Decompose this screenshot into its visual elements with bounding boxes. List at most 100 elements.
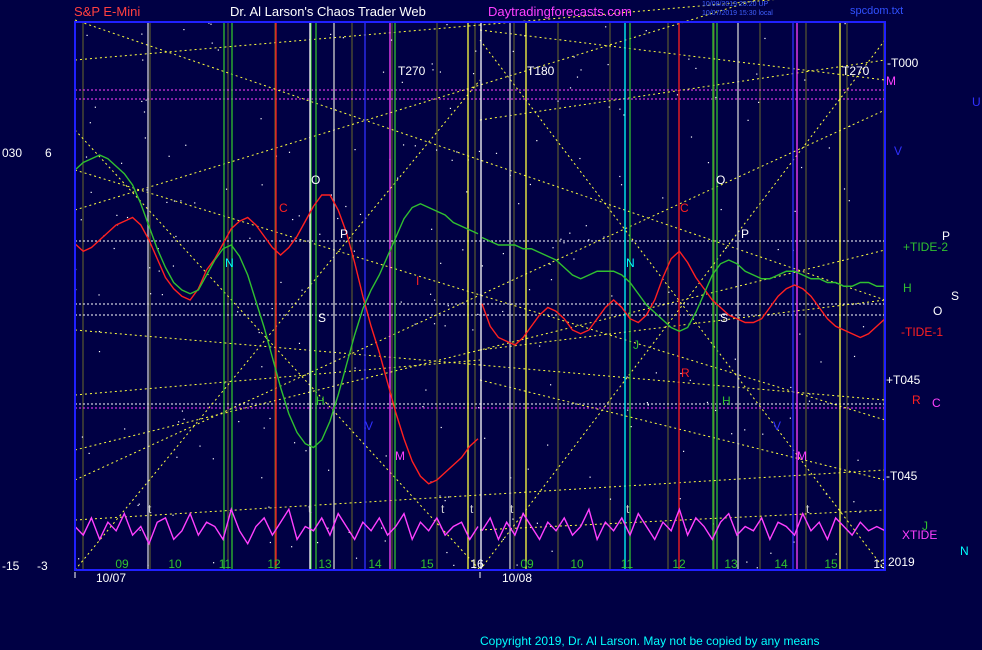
event-label: I <box>416 274 419 288</box>
star-dot <box>425 389 427 391</box>
star-dot <box>210 23 212 25</box>
star-dot <box>645 30 647 32</box>
star-dot <box>137 504 139 507</box>
star-dot <box>579 157 581 160</box>
x-tick-label: 10 <box>570 557 584 571</box>
left-axis-label: -15 <box>2 559 20 573</box>
star-dot <box>440 426 442 429</box>
year-label: 2019 <box>888 555 915 569</box>
star-dot <box>414 145 416 147</box>
star-dot <box>472 73 475 75</box>
star-dot <box>194 202 196 204</box>
star-dot <box>547 444 549 446</box>
star-dot <box>401 81 403 83</box>
xtide-line-day2 <box>481 507 886 542</box>
star-dot <box>536 140 538 142</box>
chart-series <box>74 154 886 546</box>
x-tick-label: 15 <box>420 557 434 571</box>
star-dot <box>213 562 215 564</box>
star-dot <box>180 200 182 202</box>
star-dot <box>603 236 605 238</box>
star-dot <box>141 33 143 35</box>
star-dot <box>440 262 442 264</box>
star-dot <box>439 495 441 497</box>
star-dot <box>679 498 681 500</box>
event-label: H <box>722 394 731 408</box>
envelope-line <box>74 19 886 301</box>
event-label: M <box>395 449 405 463</box>
star-dot <box>695 67 697 70</box>
star-dot <box>293 442 296 444</box>
star-dot <box>120 162 123 164</box>
tide-label: T180 <box>527 64 555 78</box>
tide-label: T270 <box>842 64 870 78</box>
star-dot <box>166 201 168 204</box>
star-dot <box>623 114 625 116</box>
x-tick-label: 11 <box>621 557 634 571</box>
star-dot <box>762 433 764 435</box>
star-dot <box>862 326 865 328</box>
star-dot <box>853 501 855 503</box>
x-tick-label: 15 <box>824 557 838 571</box>
event-label: t <box>441 502 445 516</box>
stamp-updated: 10/08/2019 20:20 UP <box>702 1 769 8</box>
star-dot <box>181 410 184 412</box>
star-dot <box>138 503 140 505</box>
envelope-line <box>74 0 758 211</box>
level-label: C <box>932 396 941 410</box>
star-dot <box>512 50 514 53</box>
star-dot <box>143 111 146 113</box>
star-dot <box>809 393 811 395</box>
star-dot <box>161 294 163 296</box>
star-dot <box>444 325 446 327</box>
star-dot <box>173 200 176 202</box>
star-dot <box>462 249 464 251</box>
star-dot <box>456 151 458 153</box>
plot-frame <box>74 21 886 571</box>
level-label: XTIDE <box>902 528 937 542</box>
site-link[interactable]: Daytradingforecasts.com <box>488 4 632 19</box>
star-dot <box>126 216 129 219</box>
level-label: -TIDE-1 <box>901 325 943 339</box>
star-dot <box>848 200 850 202</box>
star-dot <box>149 267 151 269</box>
date-label: 10/08 <box>502 571 532 585</box>
x-tick-label: 10 <box>168 557 182 571</box>
x-tick-label: 09 <box>520 557 534 571</box>
star-dot <box>843 188 846 190</box>
star-dot <box>707 162 710 164</box>
star-dot <box>688 58 690 60</box>
left-axis-label: -3 <box>37 559 48 573</box>
star-dot <box>150 293 152 295</box>
event-label: M <box>797 449 807 463</box>
star-dot <box>552 247 554 249</box>
star-dot <box>859 511 861 513</box>
data-file-label: spcdom.txt <box>850 5 904 17</box>
star-dot <box>549 263 551 265</box>
star-dot <box>611 295 613 297</box>
star-dot <box>676 94 679 96</box>
level-label: R <box>912 393 921 407</box>
star-dot <box>569 87 572 89</box>
star-dot <box>560 238 562 240</box>
star-dot <box>857 459 859 461</box>
star-dot <box>655 372 657 374</box>
star-dot <box>557 100 559 102</box>
star-dot <box>328 469 330 471</box>
star-dot <box>269 417 271 420</box>
star-dot <box>429 293 432 295</box>
star-dot <box>172 265 175 267</box>
star-dot <box>390 39 393 41</box>
star-dot <box>647 404 649 406</box>
star-dot <box>585 225 587 227</box>
star-dot <box>432 69 434 71</box>
star-dot <box>185 144 187 146</box>
star-dot <box>804 79 806 81</box>
star-dot <box>291 546 293 548</box>
star-dot <box>86 34 88 36</box>
envelope-line <box>74 109 886 481</box>
star-dot <box>569 232 571 234</box>
level-label: S <box>951 289 959 303</box>
star-dot <box>237 311 239 313</box>
star-dot <box>271 308 273 310</box>
